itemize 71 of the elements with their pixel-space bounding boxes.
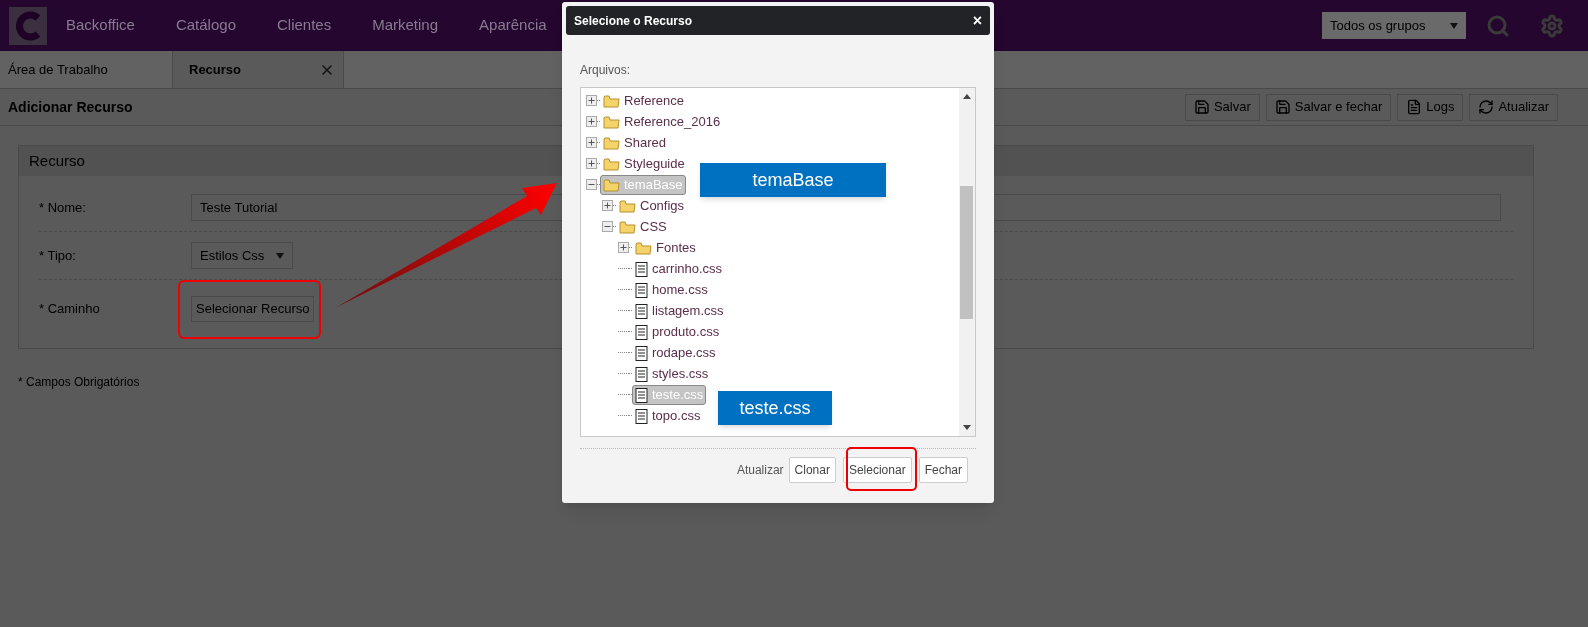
tree-item[interactable]: rodape.css [632,342,719,363]
logo-icon [8,5,48,46]
collapse-icon[interactable] [586,179,597,190]
field-label: * Caminho [39,300,101,319]
refresh-icon [1478,99,1495,115]
tree-item[interactable]: Styleguide [600,153,688,174]
scroll-down-icon[interactable] [963,425,971,430]
expand-icon[interactable] [602,200,613,211]
files-label: Arquivos: [580,63,631,77]
callout-label: teste.css [718,391,832,425]
tree-item[interactable]: Reference_2016 [600,111,724,132]
tree-item[interactable]: carrinho.css [632,258,726,279]
file-icon [635,344,648,361]
tree-item[interactable]: topo.css [632,405,704,426]
required-note: * Campos Obrigatórios [18,375,140,389]
nav-item[interactable]: Marketing [372,14,439,37]
tree-item[interactable]: home.css [632,279,711,300]
folder-icon [619,198,636,213]
folder-icon [603,156,620,171]
panel-title: Recurso [29,150,85,171]
close-button[interactable]: × [972,12,982,29]
file-icon [635,407,648,424]
save-icon [1274,99,1291,115]
expand-icon[interactable] [586,158,597,169]
nav-item[interactable]: Clientes [277,14,332,37]
tree-item[interactable]: Shared [600,132,669,153]
document-icon [1406,99,1423,115]
caret-icon [276,252,285,259]
folder-icon [603,93,620,108]
field-label: * Nome: [39,198,87,217]
expand-icon[interactable] [586,116,597,127]
tree-item[interactable]: produto.css [632,321,723,342]
tree-item[interactable]: Configs [616,195,688,216]
dialog-button[interactable]: Selecionar [842,457,912,483]
tree-item[interactable]: Fontes [632,237,699,258]
group-select[interactable]: Todos os grupos [1322,12,1466,39]
scrollbar-thumb[interactable] [960,186,973,319]
tree-item[interactable]: listagem.css [632,300,727,321]
file-icon [635,281,648,298]
file-icon [635,323,648,340]
nav-item[interactable]: Catálogo [175,14,236,37]
update-label[interactable]: Atualizar [736,461,784,479]
nav-item[interactable]: Aparência [479,14,547,37]
nav-item[interactable]: Backoffice [66,14,135,37]
highlight-frame [846,447,917,491]
callout-label: temaBase [700,163,886,197]
file-icon [635,365,648,382]
caret-icon [1450,22,1458,29]
scrollbar[interactable] [959,88,975,436]
expand-icon[interactable] [618,242,629,253]
file-icon [635,260,648,277]
folder-icon [603,114,620,129]
dialog-button[interactable]: Fechar [918,457,968,483]
tree-item[interactable]: CSS [616,216,670,237]
field-label: * Tipo: [39,246,77,265]
scroll-up-icon[interactable] [963,94,971,99]
collapse-icon[interactable] [602,221,613,232]
dialog-title: Selecione o Recurso [574,12,693,30]
file-icon [635,302,648,319]
tree-item[interactable]: Reference [600,90,687,111]
folder-icon [603,177,620,192]
expand-icon[interactable] [586,95,597,106]
expand-icon[interactable] [586,137,597,148]
folder-icon [619,219,636,234]
folder-icon [635,240,652,255]
folder-icon [603,135,620,150]
page-title: Adicionar Recurso [8,97,133,117]
save-icon [1193,99,1210,115]
dialog-button[interactable]: Clonar [788,457,836,483]
file-icon [635,386,648,403]
tree-item[interactable]: styles.css [632,363,712,384]
